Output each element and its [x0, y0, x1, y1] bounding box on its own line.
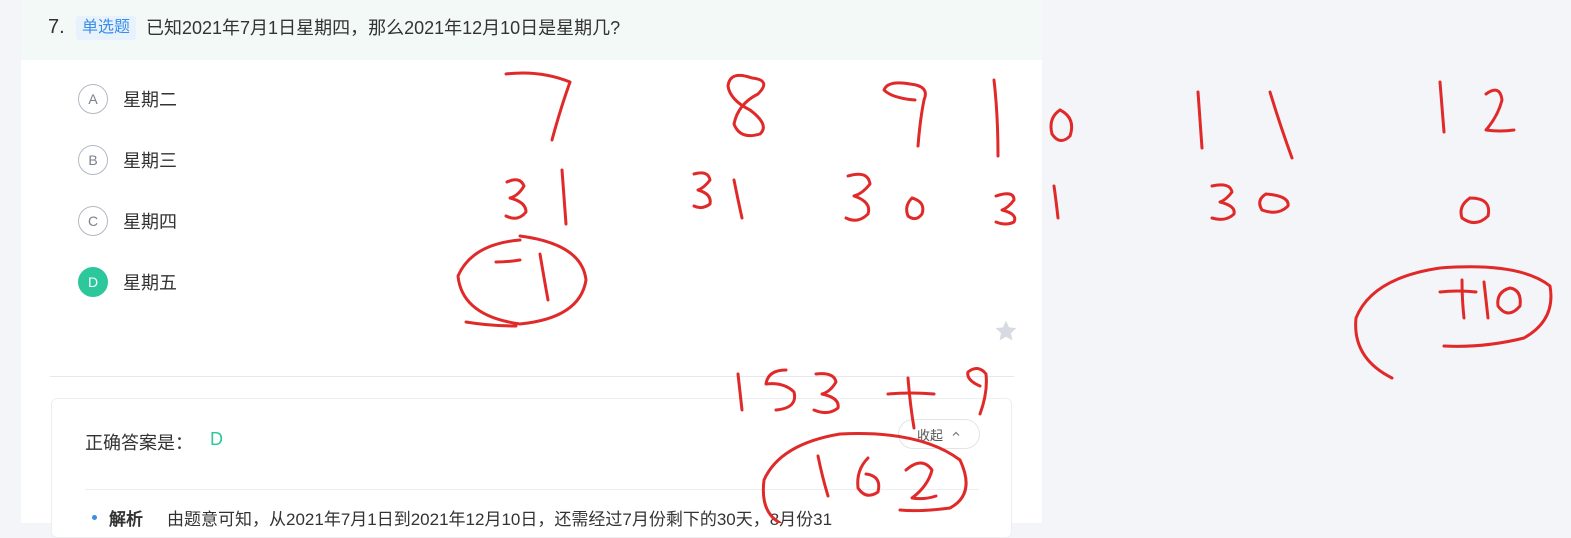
collapse-label: 收起 — [916, 427, 943, 443]
option-label: 星期四 — [123, 212, 177, 232]
section-divider — [50, 376, 1014, 377]
analysis-text: 由题意可知，从2021年7月1日到2021年12月10日，还需经过7月份剩下的3… — [167, 510, 833, 529]
analysis-line: 解析 由题意可知，从2021年7月1日到2021年12月10日，还需经过7月份剩… — [92, 505, 832, 530]
option-letter: C — [78, 206, 108, 236]
option-letter: A — [78, 84, 108, 114]
correct-answer-value: D — [210, 429, 223, 449]
option-label: 星期三 — [123, 151, 177, 171]
answer-divider — [85, 489, 979, 490]
option-d[interactable]: D 星期五 — [78, 265, 177, 299]
question-number: 7. — [48, 16, 65, 38]
option-c[interactable]: C 星期四 — [78, 204, 177, 238]
option-b[interactable]: B 星期三 — [78, 143, 177, 177]
question-header: 7. 单选题 已知2021年7月1日星期四，那么2021年12月10日是星期几? — [21, 0, 1042, 60]
question-type-tag: 单选题 — [76, 16, 137, 40]
option-label: 星期五 — [123, 273, 177, 293]
option-a[interactable]: A 星期二 — [78, 82, 177, 116]
option-label: 星期二 — [123, 90, 177, 110]
question-card: 7. 单选题 已知2021年7月1日星期四，那么2021年12月10日是星期几?… — [21, 0, 1042, 538]
analysis-title: 解析 — [109, 510, 143, 529]
answer-panel: 正确答案是： D 收起 解析 由题意可知，从2021年7月1日到2021年12月… — [51, 398, 1012, 538]
correct-answer-label: 正确答案是： — [85, 433, 193, 453]
option-letter: B — [78, 145, 108, 175]
bullet-dot — [92, 515, 97, 520]
collapse-button[interactable]: 收起 — [898, 419, 980, 449]
star-icon[interactable] — [993, 318, 1019, 344]
option-letter: D — [78, 267, 108, 297]
question-text: 已知2021年7月1日星期四，那么2021年12月10日是星期几? — [146, 18, 621, 38]
chevron-up-icon — [952, 431, 960, 436]
